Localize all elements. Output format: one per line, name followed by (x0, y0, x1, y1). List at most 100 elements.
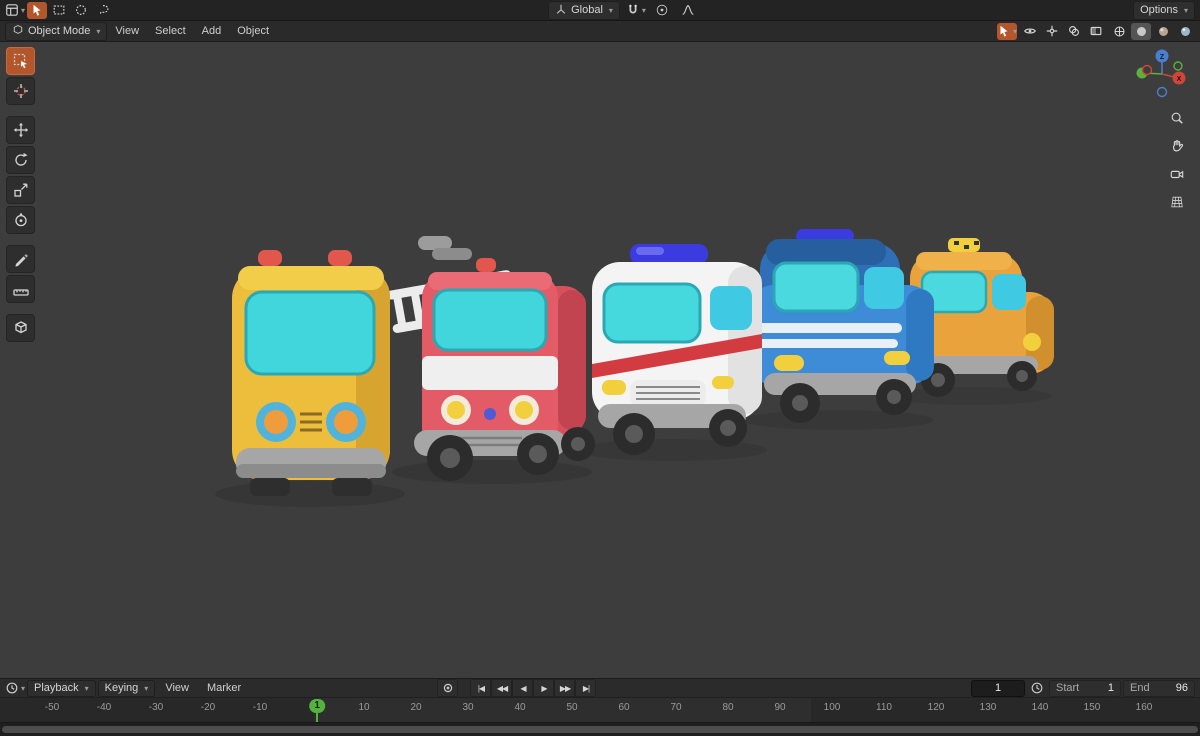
cursor-tool[interactable] (6, 77, 35, 105)
timeline-editor-type-icon[interactable] (5, 680, 25, 697)
camera-view-icon[interactable] (1166, 164, 1188, 184)
fire-truck[interactable] (386, 236, 595, 481)
transform-orientation-dropdown[interactable]: Global (548, 0, 620, 20)
select-box-tool[interactable] (6, 47, 35, 75)
navigation-gizmo[interactable]: Z X (1134, 46, 1190, 102)
mode-dropdown[interactable]: Object Mode (5, 21, 108, 41)
ruler-tick: -40 (96, 702, 112, 713)
orientation-label: Global (571, 4, 603, 16)
ruler-tick: 10 (358, 702, 370, 713)
ruler-tick: 140 (1031, 702, 1049, 713)
timeline-header: Playback Keying View Marker |◀◀◀◀▶▶▶▶| 1… (0, 678, 1200, 698)
ruler-tick: 90 (774, 702, 786, 713)
gizmo-neg-y-axis[interactable] (1173, 61, 1183, 71)
active-tool-icon[interactable] (997, 22, 1017, 40)
ruler-tick: 150 (1083, 702, 1101, 713)
jump-end-button[interactable]: ▶| (575, 679, 597, 697)
viewport-region[interactable]: Z X (0, 42, 1200, 678)
gizmo-z-label: Z (1160, 54, 1165, 61)
gizmo-neg-z-axis[interactable] (1156, 86, 1168, 98)
ruler-tick: -50 (44, 702, 60, 713)
ruler-tick: 30 (462, 702, 474, 713)
prev-keyframe-button[interactable]: ◀◀ (491, 679, 513, 697)
xray-icon[interactable] (1086, 23, 1106, 40)
ruler-tick: 100 (823, 702, 841, 713)
viewport-3d[interactable] (0, 42, 1200, 678)
left-toolbar (6, 46, 35, 343)
ambulance[interactable] (592, 244, 762, 455)
current-frame-line (316, 712, 319, 722)
school-bus[interactable] (232, 250, 391, 496)
move-tool[interactable] (6, 116, 35, 144)
visibility-icon[interactable] (1020, 23, 1040, 40)
jump-start-button[interactable]: |◀ (470, 679, 492, 697)
overlays-icon[interactable] (1064, 23, 1084, 40)
options-label: Options (1140, 4, 1178, 16)
keying-dropdown[interactable]: Keying (97, 679, 156, 697)
gizmos-icon[interactable] (1042, 23, 1062, 40)
frame-end-field[interactable]: End 96 (1123, 679, 1195, 697)
timeline-ruler[interactable]: 1 -50 -40 -30 -20 -10 10 20 30 40 50 60 70 80 90 100 11… (0, 698, 1200, 722)
timeline-scrollbar[interactable] (2, 726, 1198, 733)
timeline-editor: Playback Keying View Marker |◀◀◀◀▶▶▶▶| 1… (0, 678, 1200, 736)
timeline-menu-view[interactable]: View (157, 682, 197, 694)
frame-start-field[interactable]: Start 1 (1049, 679, 1121, 697)
proportional-falloff-icon[interactable] (678, 2, 698, 19)
ruler-tick: 50 (566, 702, 578, 713)
select-circle-icon[interactable] (71, 2, 91, 19)
add-cube-tool[interactable] (6, 314, 35, 342)
scale-tool[interactable] (6, 176, 35, 204)
ruler-tick: -20 (200, 702, 216, 713)
toggle-projection-icon[interactable] (1166, 192, 1188, 212)
ruler-tick: -10 (252, 702, 268, 713)
rotate-tool[interactable] (6, 146, 35, 174)
current-frame-marker[interactable]: 1 (309, 699, 325, 713)
mode-label: Object Mode (28, 25, 91, 37)
viewport-header-right (997, 22, 1195, 40)
menu-select[interactable]: Select (147, 25, 194, 37)
next-keyframe-button[interactable]: ▶▶ (554, 679, 576, 697)
gizmo-x-label: X (1177, 76, 1182, 83)
timeline-scroll-region (0, 722, 1200, 736)
play-button[interactable]: ▶ (533, 679, 555, 697)
play-reverse-button[interactable]: ◀ (512, 679, 534, 697)
ruler-tick: 40 (514, 702, 526, 713)
shading-mode-icons (1109, 22, 1195, 40)
annotate-tool[interactable] (6, 245, 35, 273)
select-lasso-icon[interactable] (93, 2, 113, 19)
timeline-menu-marker[interactable]: Marker (199, 682, 249, 694)
viewport-header: Object Mode View Select Add Object (0, 21, 1200, 42)
use-preview-range-icon[interactable] (1027, 680, 1047, 697)
ruler-tick: 130 (979, 702, 997, 713)
viewport-nav-tools (1166, 108, 1188, 212)
current-frame-field[interactable]: 1 (971, 679, 1025, 697)
menu-view[interactable]: View (107, 25, 147, 37)
police-truck[interactable] (748, 229, 934, 423)
snap-magnet-icon[interactable] (626, 2, 646, 19)
proportional-editing-icon[interactable] (652, 2, 672, 19)
ruler-tick: 110 (876, 702, 892, 713)
topbar-left-icons (5, 1, 113, 19)
ruler-tick: 80 (722, 702, 734, 713)
viewport-toggle-icons (1020, 23, 1106, 40)
menu-add[interactable]: Add (194, 25, 230, 37)
zoom-icon[interactable] (1166, 108, 1188, 128)
editor-type-selector-icon[interactable] (5, 2, 25, 19)
ruler-tick: 120 (927, 702, 945, 713)
shading-rendered-icon[interactable] (1175, 23, 1195, 40)
ruler-tick: 70 (670, 702, 682, 713)
auto-keying-button[interactable] (437, 679, 459, 697)
options-button[interactable]: Options (1133, 0, 1195, 20)
ruler-tick: 20 (410, 702, 422, 713)
shading-material-icon[interactable] (1153, 23, 1173, 40)
gizmo-neg-x-axis[interactable] (1141, 64, 1153, 76)
measure-tool[interactable] (6, 275, 35, 303)
select-tweak-icon[interactable] (27, 1, 47, 19)
playback-dropdown[interactable]: Playback (27, 679, 96, 697)
shading-solid-icon[interactable] (1131, 22, 1151, 40)
shading-wireframe-icon[interactable] (1109, 23, 1129, 40)
menu-object[interactable]: Object (229, 25, 277, 37)
transform-tool[interactable] (6, 206, 35, 234)
pan-icon[interactable] (1166, 136, 1188, 156)
select-box-icon[interactable] (49, 2, 69, 19)
